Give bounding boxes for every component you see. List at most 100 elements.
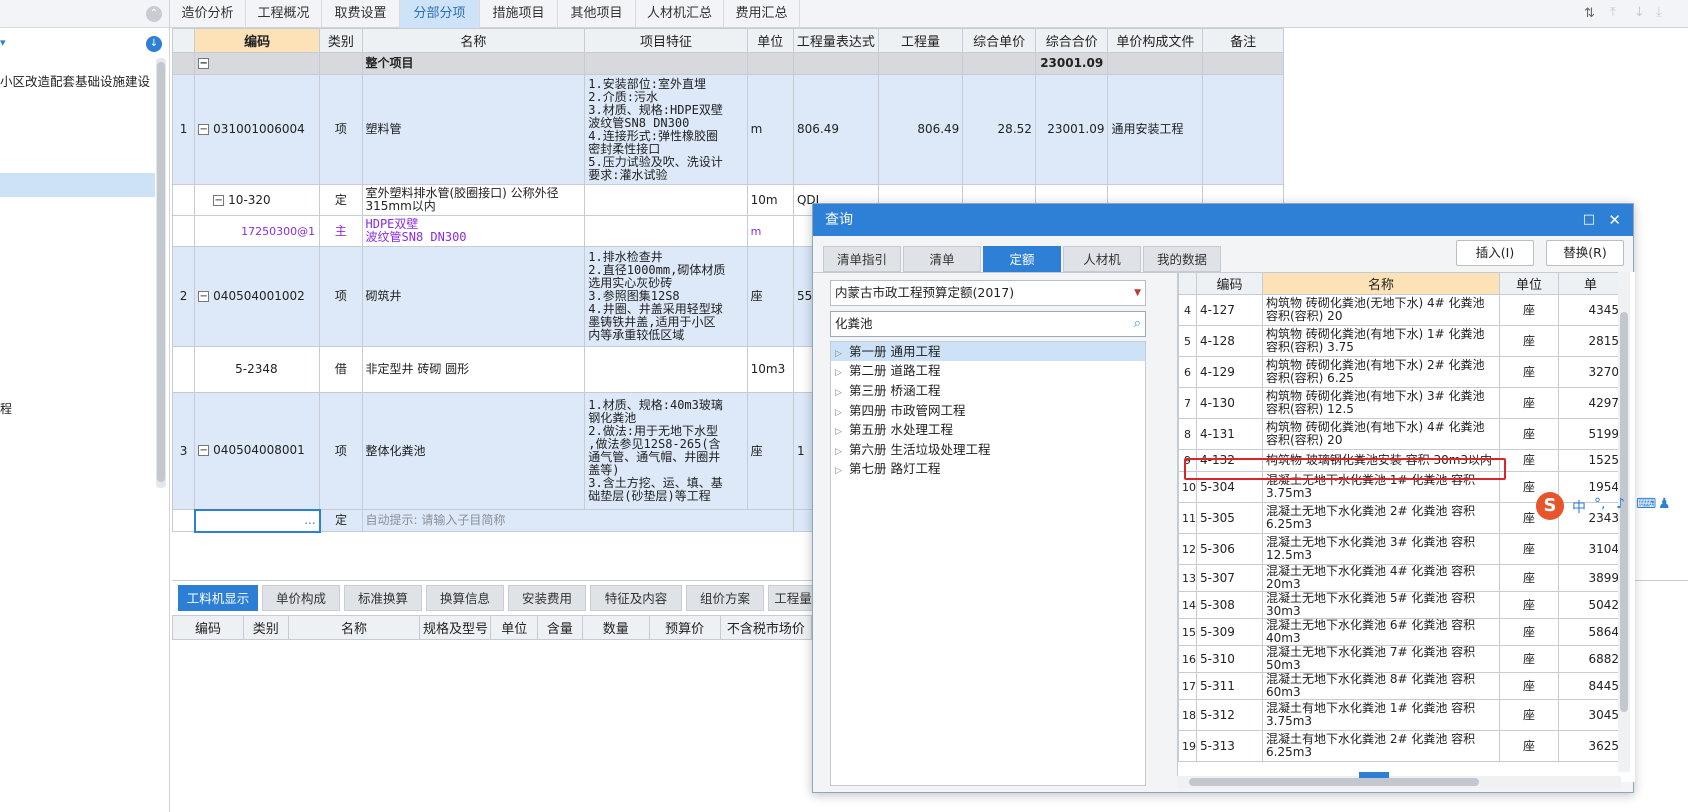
tab-sub-items[interactable]: 分部分项 bbox=[400, 0, 480, 28]
result-row[interactable]: 19 5-313 混凝土有地下水化粪池 2# 化粪池 容积 6.25m3 座 3625 bbox=[1178, 730, 1623, 762]
result-row[interactable]: 14 5-308 混凝土无地下水化粪池 5# 化粪池 容积30m3 座 5042 bbox=[1178, 591, 1623, 619]
row-name[interactable]: 室外塑料排水管(胶圈接口) 公称外径315mm以内 bbox=[361, 184, 586, 216]
result-row[interactable]: 13 5-307 混凝土无地下水化粪池 4# 化粪池 容积20m3 座 3899 bbox=[1178, 564, 1623, 592]
labor-header-qty[interactable]: 数量 bbox=[581, 615, 650, 640]
header-unit[interactable]: 单位 bbox=[746, 28, 794, 53]
search-icon[interactable]: ⌕ bbox=[1134, 312, 1141, 336]
ime-logo-icon[interactable]: S bbox=[1536, 492, 1564, 520]
row-type[interactable]: 借 bbox=[319, 346, 363, 393]
insert-button[interactable]: 插入(I) bbox=[1456, 240, 1534, 266]
labor-header-name[interactable]: 名称 bbox=[287, 615, 421, 640]
results-hscrollbar[interactable] bbox=[1177, 776, 1621, 788]
header-price-file[interactable]: 单价构成文件 bbox=[1107, 28, 1204, 53]
ime-lang-label[interactable]: 中 bbox=[1572, 497, 1586, 517]
dtab-list-guide[interactable]: 清单指引 bbox=[823, 246, 901, 272]
header-qty[interactable]: 工程量 bbox=[877, 28, 964, 53]
labor-header-content[interactable]: 含量 bbox=[537, 615, 583, 640]
row-name[interactable]: 砌筑井 bbox=[361, 246, 586, 347]
tab-project-overview[interactable]: 工程概况 bbox=[246, 0, 322, 28]
sidebar-project-label[interactable]: 小区改造配套基础设施建设... bbox=[0, 71, 150, 87]
row-unit[interactable]: 座 bbox=[746, 246, 794, 347]
header-code[interactable]: 编码 bbox=[194, 28, 321, 53]
tree-item-6[interactable]: ▷ 第六册 生活垃圾处理工程 bbox=[835, 440, 990, 460]
btab-labor-display[interactable]: 工料机显示 bbox=[178, 585, 258, 611]
results-vscrollbar[interactable] bbox=[1618, 272, 1630, 772]
result-row[interactable]: 8 4-131 构筑物 砖砌化粪池(有地下水) 4# 化粪池 容积(容积) 20 座 5… bbox=[1178, 418, 1623, 450]
header-remark[interactable]: 备注 bbox=[1202, 28, 1284, 53]
row-qty[interactable]: 806.49 bbox=[877, 74, 964, 185]
labor-header-code[interactable]: 编码 bbox=[172, 615, 244, 640]
tree-item-4[interactable]: ▷ 第四册 市政管网工程 bbox=[835, 401, 965, 421]
row-code[interactable]: 040504008001 bbox=[213, 443, 305, 457]
tab-fee-settings[interactable]: 取费设置 bbox=[322, 0, 400, 28]
row-type[interactable]: 定 bbox=[319, 184, 363, 216]
header-feature[interactable]: 项目特征 bbox=[584, 28, 748, 53]
result-row[interactable]: 5 4-128 构筑物 砖砌化粪池(有地下水) 1# 化粪池 容积(容积) 3.75… bbox=[1178, 325, 1623, 357]
search-input[interactable]: 化粪池 ⌕ bbox=[830, 311, 1146, 337]
dialog-title-bar[interactable]: 查询 □ ✕ bbox=[813, 204, 1633, 236]
row-expr[interactable]: 806.49 bbox=[792, 74, 879, 185]
new-code-input[interactable]: ... bbox=[193, 508, 321, 533]
row-feature[interactable]: 1.材质、规格:40m3玻璃 钢化粪池 2.做法:用于无地下水型 ,做法参见12… bbox=[584, 392, 748, 510]
labor-header-spec[interactable]: 规格及型号 bbox=[419, 615, 492, 640]
collapse-down-icon[interactable]: ↓ bbox=[146, 36, 162, 52]
row-code[interactable]: 17250300@1 bbox=[194, 215, 321, 247]
results-header-price[interactable]: 单 bbox=[1558, 272, 1623, 295]
row-unit[interactable]: m bbox=[746, 215, 794, 247]
row-feature[interactable] bbox=[584, 184, 748, 216]
collapse-icon[interactable]: − bbox=[198, 124, 210, 135]
filter-icon[interactable]: ▾ bbox=[0, 36, 6, 49]
dtab-my-data[interactable]: 我的数据 bbox=[1143, 246, 1221, 272]
result-row[interactable]: 6 4-129 构筑物 砖砌化粪池(有地下水) 2# 化粪池 容积(容积) 6.25… bbox=[1178, 356, 1623, 388]
collapse-icon[interactable]: − bbox=[198, 445, 210, 457]
whole-project-row[interactable]: − 整个项目 23001.09 bbox=[171, 52, 1284, 75]
result-row[interactable]: 18 5-312 混凝土有地下水化粪池 1# 化粪池 容积 3.75m3 座 3045 bbox=[1178, 699, 1623, 731]
tree-item-5[interactable]: ▷ 第五册 水处理工程 bbox=[835, 420, 953, 440]
row-unit[interactable]: 座 bbox=[746, 392, 794, 510]
keyboard-icon[interactable]: ⌨ bbox=[1636, 496, 1656, 512]
collapse-icon[interactable]: − bbox=[198, 58, 210, 69]
labor-header-unit[interactable]: 单位 bbox=[490, 615, 539, 640]
row-code[interactable]: 5-2348 bbox=[194, 346, 321, 393]
header-type[interactable]: 类别 bbox=[319, 28, 363, 53]
tab-other-items[interactable]: 其他项目 bbox=[558, 0, 636, 28]
library-select[interactable]: 内蒙古市政工程预算定额(2017) ▼ bbox=[830, 280, 1146, 306]
row-type[interactable]: 项 bbox=[319, 246, 363, 347]
dtab-labor[interactable]: 人材机 bbox=[1063, 246, 1141, 272]
tree-item-7[interactable]: ▷ 第七册 路灯工程 bbox=[835, 459, 940, 479]
row-name[interactable]: 塑料管 bbox=[361, 74, 586, 185]
move-top-icon[interactable]: ⤒ bbox=[1610, 5, 1616, 20]
btab-conversion-info[interactable]: 换算信息 bbox=[426, 585, 504, 611]
collapse-up-icon[interactable]: ⌃ bbox=[146, 6, 162, 22]
results-header-unit[interactable]: 单位 bbox=[1499, 272, 1559, 295]
collapse-icon[interactable]: − bbox=[213, 194, 225, 206]
tree-item-1[interactable]: ▷ 第一册 通用工程 bbox=[835, 342, 940, 362]
replace-button[interactable]: 替换(R) bbox=[1546, 240, 1624, 266]
ime-punct-icon[interactable]: °, bbox=[1594, 496, 1605, 512]
tab-labor-materials[interactable]: 人材机汇总 bbox=[636, 0, 724, 28]
btab-pricing-scheme[interactable]: 组价方案 bbox=[686, 585, 764, 611]
result-row[interactable]: 16 5-310 混凝土无地下水化粪池 7# 化粪池 容积50m3 座 6882 bbox=[1178, 645, 1623, 673]
btab-features[interactable]: 特征及内容 bbox=[590, 585, 682, 611]
labor-header-market[interactable]: 不含税市场价 bbox=[719, 615, 813, 640]
row-unit[interactable]: m bbox=[746, 74, 794, 185]
result-row[interactable]: 4 4-127 构筑物 砖砌化粪池(无地下水) 4# 化粪池 容积(容积) 20 座 4… bbox=[1178, 294, 1623, 326]
row-remark[interactable] bbox=[1202, 74, 1284, 185]
skin-icon[interactable]: ♟ bbox=[1658, 496, 1671, 512]
btab-quantity[interactable]: 工程量 bbox=[768, 585, 818, 611]
move-bottom-icon[interactable]: ⤓ bbox=[1656, 5, 1662, 20]
result-row[interactable]: 17 5-311 混凝土无地下水化粪池 8# 化粪池 容积60m3 座 8445 bbox=[1178, 672, 1623, 700]
result-row[interactable]: 15 5-309 混凝土无地下水化粪池 6# 化粪池 容积40m3 座 5864 bbox=[1178, 618, 1623, 646]
tab-measures[interactable]: 措施项目 bbox=[480, 0, 558, 28]
sort-icon[interactable]: ⇅ bbox=[1584, 6, 1595, 21]
row-code[interactable]: 040504001002 bbox=[213, 289, 305, 303]
result-row[interactable]: 12 5-306 混凝土无地下水化粪池 3# 化粪池 容积 12.5m3 座 3104 bbox=[1178, 533, 1623, 565]
row-type[interactable]: 项 bbox=[319, 392, 363, 510]
dtab-quota[interactable]: 定额 bbox=[983, 246, 1061, 272]
row-code[interactable]: 031001006004 bbox=[213, 122, 305, 136]
row-unit[interactable]: 10m bbox=[746, 184, 794, 216]
row-name[interactable]: HDPE双壁 波纹管SN8 DN300 bbox=[361, 215, 586, 247]
tree-item-2[interactable]: ▷ 第二册 道路工程 bbox=[835, 361, 940, 381]
close-icon[interactable]: ✕ bbox=[1608, 204, 1621, 236]
header-total[interactable]: 综合合价 bbox=[1034, 28, 1109, 53]
